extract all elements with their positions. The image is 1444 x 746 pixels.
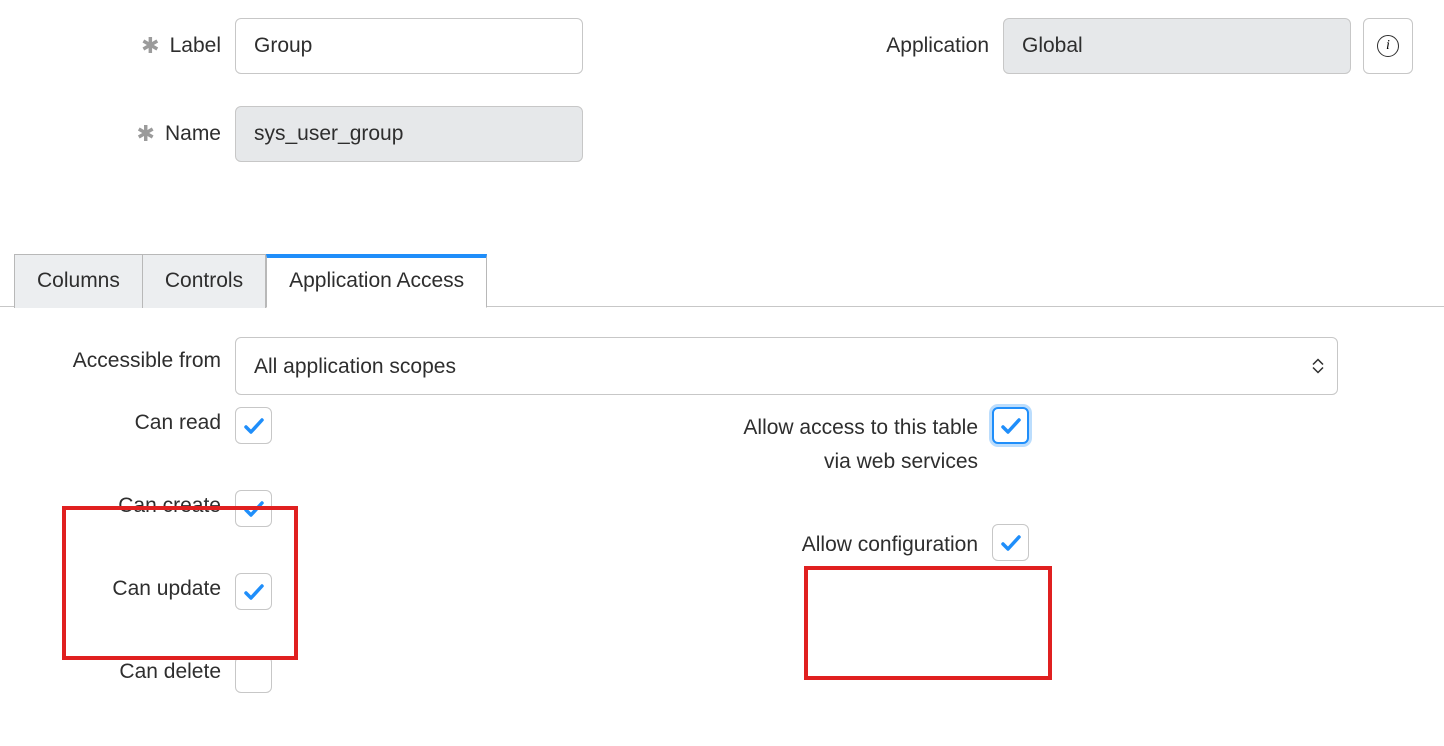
check-icon: [999, 531, 1023, 555]
can-create-checkbox[interactable]: [235, 490, 272, 527]
allow-configuration-label: Allow configuration: [720, 524, 992, 562]
can-read-label: Can read: [0, 407, 235, 435]
tab-columns[interactable]: Columns: [14, 254, 143, 308]
accessible-from-label: Accessible from: [0, 337, 235, 373]
can-read-checkbox[interactable]: [235, 407, 272, 444]
tab-bar: Columns Controls Application Access: [0, 252, 1444, 307]
allow-configuration-checkbox[interactable]: [992, 524, 1029, 561]
check-icon: [999, 414, 1023, 438]
check-icon: [242, 414, 266, 438]
tab-application-access[interactable]: Application Access: [266, 254, 487, 308]
application-value-text: Global: [1022, 34, 1083, 58]
name-field-label: Name: [165, 122, 221, 146]
required-asterisk-icon: ✱: [137, 121, 155, 147]
can-delete-label: Can delete: [0, 656, 235, 684]
application-label: Application: [886, 34, 989, 58]
label-input[interactable]: [235, 18, 583, 74]
application-value[interactable]: Global: [1003, 18, 1351, 74]
form-header: ✱ Label Application Global i ✱ Name: [0, 0, 1444, 162]
check-icon: [242, 497, 266, 521]
name-input[interactable]: [235, 106, 583, 162]
accessible-from-select[interactable]: All application scopes: [235, 337, 1338, 395]
application-info-button[interactable]: i: [1363, 18, 1413, 74]
can-update-label: Can update: [0, 573, 235, 601]
can-update-checkbox[interactable]: [235, 573, 272, 610]
allow-web-services-checkbox[interactable]: [992, 407, 1029, 444]
label-field-label: Label: [170, 34, 221, 58]
can-delete-checkbox[interactable]: [235, 656, 272, 693]
can-create-label: Can create: [0, 490, 235, 518]
check-icon: [242, 580, 266, 604]
required-asterisk-icon: ✱: [141, 33, 159, 59]
tab-controls[interactable]: Controls: [143, 254, 266, 308]
info-icon: i: [1377, 35, 1399, 57]
allow-web-services-label: Allow access to this table via web servi…: [720, 407, 992, 478]
tab-content-application-access: Accessible from All application scopes C…: [0, 307, 1444, 693]
